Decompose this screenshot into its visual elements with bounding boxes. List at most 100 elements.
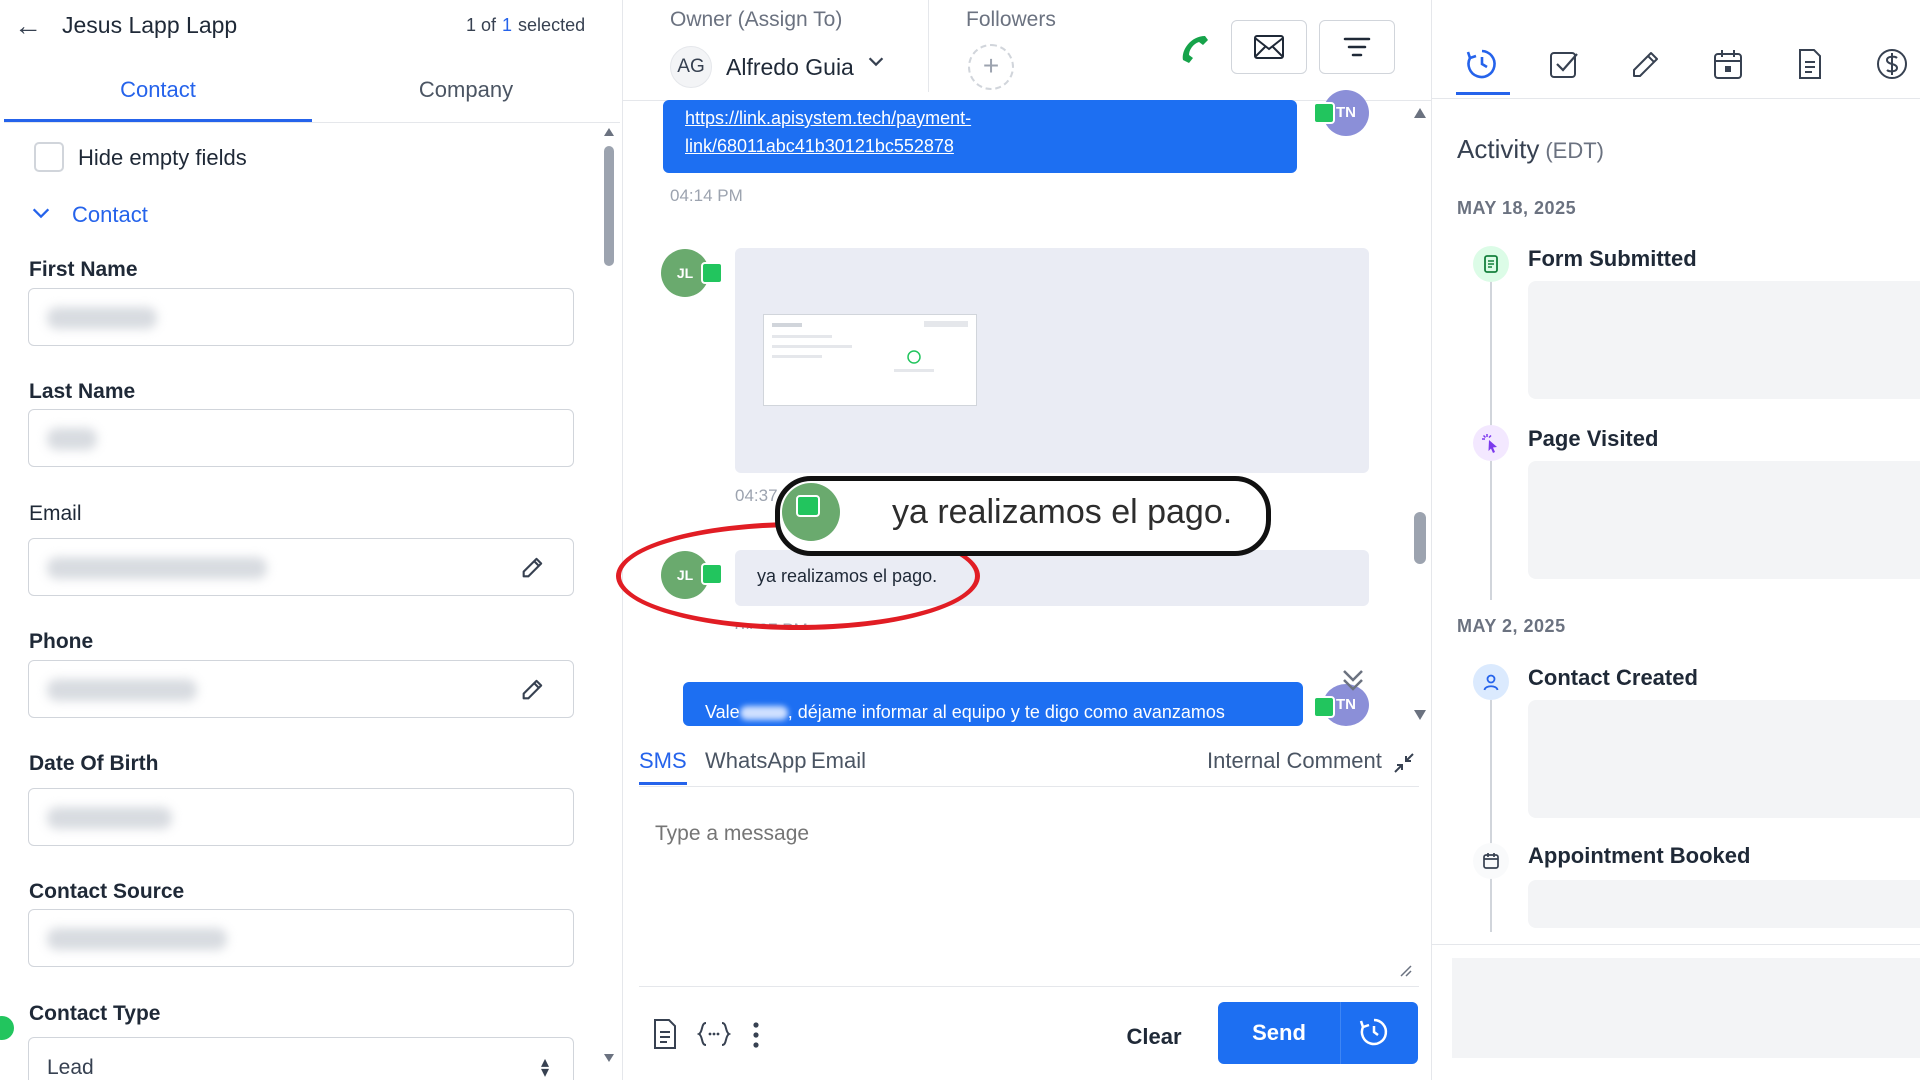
message-incoming-image [735,248,1369,473]
compose-divider [639,986,1419,987]
message-time: 04:37 [735,486,778,505]
pencil-icon[interactable] [1628,46,1664,82]
header-divider [928,0,929,92]
checkbox-icon[interactable] [1546,46,1582,82]
activity-event-card[interactable] [1528,461,1920,579]
message-text: , déjame informar al equipo y te digo co… [787,702,1225,722]
phone-field[interactable] [28,660,574,718]
clear-button[interactable]: Clear [1105,1008,1203,1066]
tab-whatsapp[interactable]: WhatsApp [705,748,807,774]
pencil-icon[interactable] [519,553,547,581]
blurred-value [47,928,227,950]
activity-event-card[interactable] [1528,880,1920,928]
activity-title: Activity (EDT) [1457,134,1604,165]
contact-name: Jesus Lapp Lapp [62,12,238,38]
selection-count: 1 of 1 selected [466,15,585,36]
back-arrow-icon[interactable]: ← [14,10,42,42]
annotation-zoom-callout: ya realizamos el pago. [775,476,1271,556]
tab-company[interactable]: Company [312,58,620,122]
attachment-image-thumbnail[interactable] [763,314,977,406]
payment-link-continued[interactable]: link/68011abc41b30121bc552878 [685,132,1275,160]
contact-type-value: Lead [47,1056,94,1079]
activity-timezone: (EDT) [1545,138,1604,163]
owner-name[interactable]: Alfredo Guia [726,54,854,81]
activity-event-title: Page Visited [1528,426,1659,451]
select-arrows-icon: ▴ ▾ [540,1054,549,1081]
send-button[interactable]: Send [1218,1002,1418,1064]
message-outgoing: Vale , déjame informar al equipo y te dig… [683,682,1303,726]
message-text-prefix: Vale [705,702,740,722]
payment-link[interactable]: https://link.apisystem.tech/payment- [685,104,1275,132]
scroll-to-bottom-icon[interactable] [1339,668,1367,692]
user-icon [1473,664,1509,700]
first-name-label: First Name [29,258,138,281]
tab-sms[interactable]: SMS [639,748,687,785]
owner-dropdown-chevron-icon[interactable] [865,50,887,78]
tab-contact[interactable]: Contact [4,58,312,122]
email-compose-button[interactable] [1231,20,1307,74]
dob-field[interactable] [28,788,574,846]
filter-lines-icon [1343,37,1371,57]
filter-button[interactable] [1319,20,1395,74]
internal-comment-toggle[interactable]: Internal Comment [1207,748,1382,774]
contact-details-panel: ← Jesus Lapp Lapp 1 of 1 selected Contact … [0,0,623,1081]
followers-label: Followers [966,8,1056,31]
channel-badge-icon [701,262,723,284]
add-follower-button[interactable]: + [968,44,1014,90]
custom-values-braces-icon[interactable] [697,1020,731,1048]
collapse-icon[interactable] [1391,750,1417,776]
activity-event-card[interactable] [1528,281,1920,399]
phone-label: Phone [29,630,94,653]
conversation-scrollbar-thumb[interactable] [1414,512,1426,564]
owner-label: Owner (Assign To) [670,8,843,31]
conversation-scrollbar[interactable] [1413,104,1427,724]
blurred-value [47,679,197,701]
timeline-line [1490,700,1492,932]
calendar-icon[interactable] [1710,46,1746,82]
channel-badge-icon [796,495,820,517]
hide-empty-label: Hide empty fields [78,145,247,170]
template-document-icon[interactable] [651,1018,679,1050]
last-name-field[interactable] [28,409,574,467]
date-header: MAY 18, 2025 [1457,198,1577,218]
phone-icon[interactable] [1175,28,1215,68]
first-name-field[interactable] [28,288,574,346]
active-tab-indicator [1456,92,1510,95]
contact-source-field[interactable] [28,909,574,967]
compose-channel-tabs: SMS WhatsApp Email Internal Comment [639,740,1419,787]
email-label: Email [29,502,82,525]
more-options-icon[interactable] [749,1020,763,1050]
chevron-down-icon[interactable] [30,202,52,230]
channel-badge-icon [1313,696,1335,718]
dollar-icon[interactable] [1874,46,1910,82]
selection-number[interactable]: 1 [502,15,512,35]
tab-email[interactable]: Email [811,748,866,774]
pencil-icon[interactable] [519,675,547,703]
contact-type-select[interactable]: Lead ▴ ▾ [28,1037,574,1081]
message-outgoing: https://link.apisystem.tech/payment- lin… [663,100,1297,173]
callout-text: ya realizamos el pago. [892,493,1233,531]
hide-empty-checkbox[interactable] [34,142,64,172]
left-scrollbar[interactable] [602,126,616,1066]
activity-title-text: Activity [1457,134,1540,164]
activity-event-card[interactable] [1528,700,1920,818]
form-icon [1473,246,1509,282]
activity-tabs-border [1432,98,1920,99]
contact-type-label: Contact Type [29,1002,161,1025]
contact-source-label: Contact Source [29,880,185,903]
activity-panel: Activity (EDT) MAY 18, 2025 Form Submitte… [1431,0,1920,1080]
activity-event-title: Appointment Booked [1528,843,1751,868]
activity-event-title: Form Submitted [1528,246,1697,271]
blurred-value [47,807,172,829]
message-input[interactable] [639,800,1419,986]
status-dot [0,1016,14,1040]
activity-footer-border [1432,944,1920,945]
contact-company-tabs: Contact Company [4,58,620,123]
clock-icon[interactable] [1464,46,1500,82]
email-field[interactable] [28,538,574,596]
document-icon[interactable] [1792,46,1828,82]
schedule-clock-icon[interactable] [1358,1016,1390,1048]
resize-handle-icon[interactable] [1399,964,1413,978]
contact-section-title[interactable]: Contact [72,202,148,228]
envelope-icon [1254,35,1284,59]
